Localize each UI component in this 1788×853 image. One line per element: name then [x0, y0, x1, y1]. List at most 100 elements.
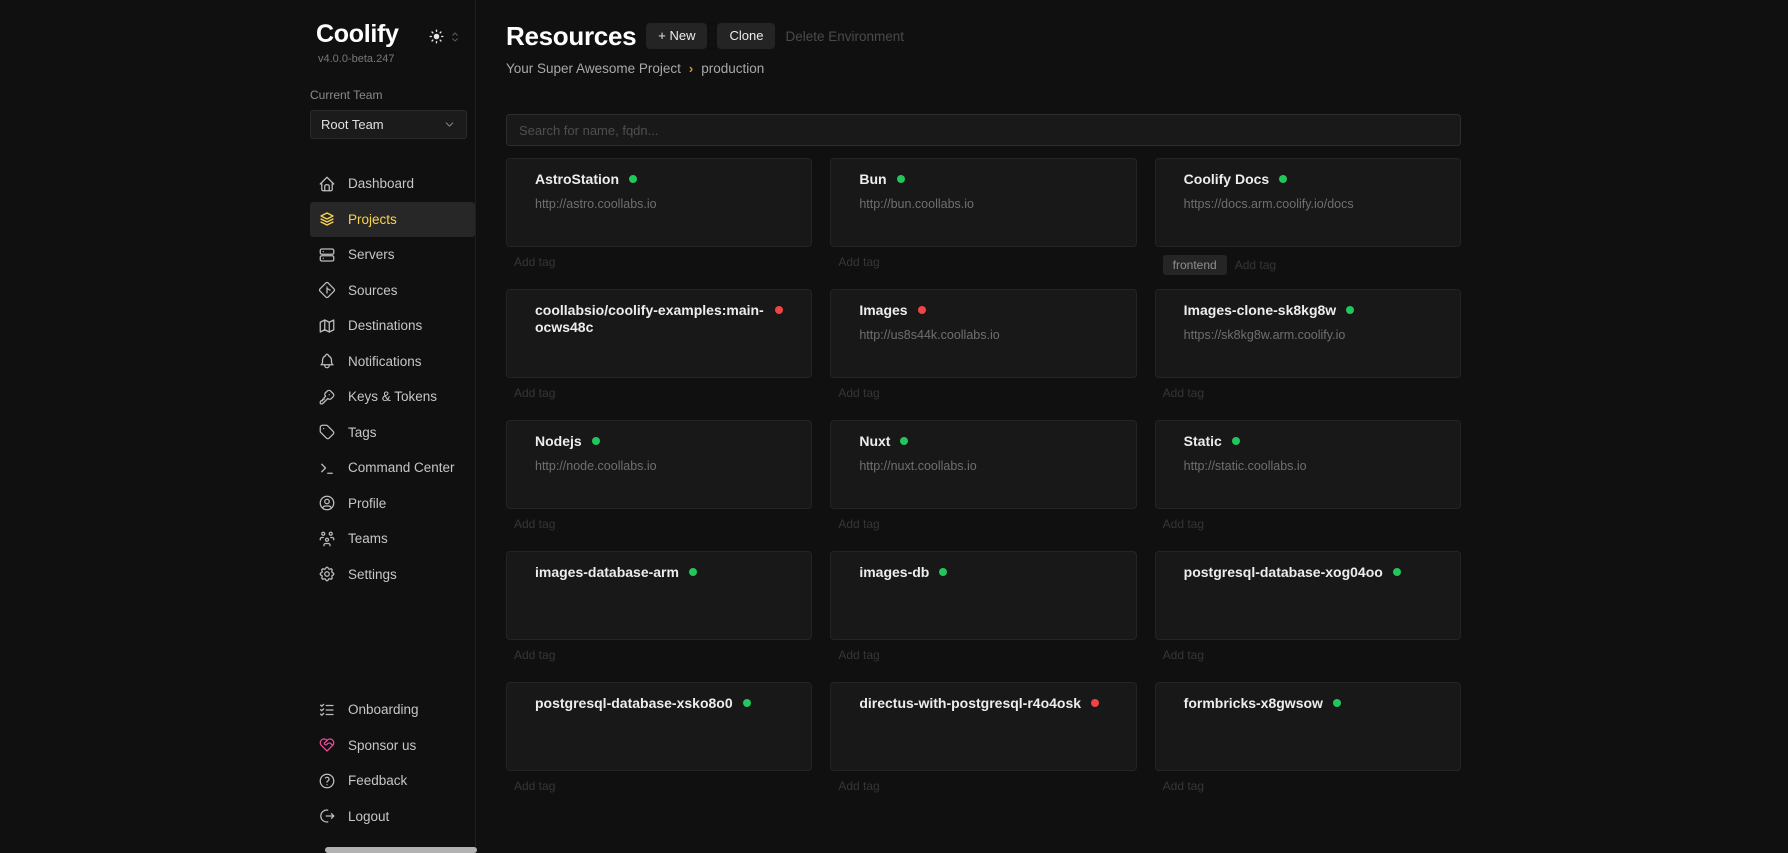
resource-card[interactable]: postgresql-database-xog04oo: [1155, 551, 1461, 640]
sidebar-item-profile[interactable]: Profile: [310, 486, 475, 522]
git-icon: [318, 281, 336, 299]
add-tag-button[interactable]: Add tag: [838, 517, 879, 531]
resource-card[interactable]: Images http://us8s44k.coollabs.io: [830, 289, 1136, 378]
resource-name: postgresql-database-xsko8o0: [535, 695, 733, 712]
add-tag-button[interactable]: Add tag: [514, 779, 555, 793]
sidebar-item-destinations[interactable]: Destinations: [310, 308, 475, 344]
resource-card[interactable]: Images-clone-sk8kg8whttps://sk8kg8w.arm.…: [1155, 289, 1461, 378]
clone-button[interactable]: Clone: [717, 23, 775, 49]
app-root: Coolify v4.0.0-beta.247 Current Team Roo…: [0, 0, 1788, 853]
tag-chip[interactable]: frontend: [1163, 255, 1227, 275]
logout-icon: [318, 807, 336, 825]
resource-card[interactable]: images-database-arm: [506, 551, 812, 640]
tag-row: Add tag: [830, 386, 1136, 400]
resource-url: https://sk8kg8w.arm.coolify.io: [1184, 328, 1432, 342]
add-tag-button[interactable]: Add tag: [514, 386, 555, 400]
chevron-down-icon: [443, 118, 456, 131]
sidebar-item-command-center[interactable]: Command Center: [310, 450, 475, 486]
resource-cell: Bun http://bun.coollabs.io Add tag: [830, 158, 1136, 289]
sidebar-item-projects[interactable]: Projects: [310, 202, 475, 238]
resource-url: http://astro.coollabs.io: [535, 197, 783, 211]
resource-card[interactable]: Bun http://bun.coollabs.io: [830, 158, 1136, 247]
sidebar-item-servers[interactable]: Servers: [310, 237, 475, 273]
resource-card[interactable]: AstroStationhttp://astro.coollabs.io: [506, 158, 812, 247]
sidebar-item-teams[interactable]: Teams: [310, 521, 475, 557]
status-dot: [897, 175, 905, 183]
tag-row: Add tag: [506, 648, 812, 662]
tag-row: Add tag: [830, 255, 1136, 269]
sidebar-item-onboarding[interactable]: Onboarding: [310, 692, 475, 728]
add-tag-button[interactable]: Add tag: [838, 779, 879, 793]
sidebar-scrollbar-thumb[interactable]: [325, 847, 477, 853]
team-select-value: Root Team: [321, 117, 443, 132]
sidebar-item-keys-tokens[interactable]: Keys & Tokens: [310, 379, 475, 415]
resource-card[interactable]: Nuxthttp://nuxt.coollabs.io: [830, 420, 1136, 509]
chevrons-up-down-icon[interactable]: [448, 30, 462, 44]
breadcrumb-project-link[interactable]: Your Super Awesome Project: [506, 61, 681, 76]
resource-url: http://bun.coollabs.io: [859, 197, 1107, 211]
sidebar-item-notifications[interactable]: Notifications: [310, 344, 475, 380]
sidebar-item-feedback[interactable]: Feedback: [310, 763, 475, 799]
add-tag-button[interactable]: Add tag: [1163, 386, 1204, 400]
add-tag-button[interactable]: Add tag: [1163, 648, 1204, 662]
sidebar-item-dashboard[interactable]: Dashboard: [310, 166, 475, 202]
tag-row: Add tag: [1155, 648, 1461, 662]
users-icon: [318, 530, 336, 548]
tag-row: Add tag: [830, 648, 1136, 662]
sidebar-item-label: Projects: [348, 212, 397, 227]
resource-cell: images-db Add tag: [830, 551, 1136, 682]
resource-url: http://us8s44k.coollabs.io: [859, 328, 1107, 342]
tag-row: Add tag: [830, 517, 1136, 531]
page-title: Resources: [506, 21, 636, 52]
add-tag-button[interactable]: Add tag: [514, 648, 555, 662]
theme-toggle-sun-icon[interactable]: [427, 27, 446, 46]
status-dot: [1232, 437, 1240, 445]
sidebar-item-tags[interactable]: Tags: [310, 415, 475, 451]
add-tag-button[interactable]: Add tag: [838, 386, 879, 400]
resource-name: coollabsio/coolify-examples:main-ocws48c: [535, 302, 765, 336]
add-tag-button[interactable]: Add tag: [838, 648, 879, 662]
status-dot: [939, 568, 947, 576]
resource-card[interactable]: Nodejshttp://node.coollabs.io: [506, 420, 812, 509]
resource-url: https://docs.arm.coolify.io/docs: [1184, 197, 1432, 211]
resource-name: Coolify Docs: [1184, 171, 1270, 188]
team-select[interactable]: Root Team: [310, 110, 467, 139]
resource-card[interactable]: Statichttp://static.coollabs.io: [1155, 420, 1461, 509]
resource-name: images-database-arm: [535, 564, 679, 581]
add-tag-button[interactable]: Add tag: [1235, 258, 1276, 272]
search-input[interactable]: [506, 114, 1461, 146]
sidebar-item-label: Servers: [348, 247, 395, 262]
resource-name: Images: [859, 302, 907, 319]
breadcrumb-environment-link[interactable]: production: [701, 61, 764, 76]
status-dot: [743, 699, 751, 707]
resource-name: Bun: [859, 171, 886, 188]
resource-card[interactable]: coollabsio/coolify-examples:main-ocws48c: [506, 289, 812, 378]
resource-card[interactable]: postgresql-database-xsko8o0: [506, 682, 812, 771]
add-tag-button[interactable]: Add tag: [838, 255, 879, 269]
add-tag-button[interactable]: Add tag: [514, 517, 555, 531]
add-tag-button[interactable]: Add tag: [514, 255, 555, 269]
tag-row: Add tag: [1155, 386, 1461, 400]
sidebar-item-sources[interactable]: Sources: [310, 273, 475, 309]
user-circle-icon: [318, 494, 336, 512]
sidebar-item-logout[interactable]: Logout: [310, 799, 475, 835]
resource-card[interactable]: formbricks-x8gwsow: [1155, 682, 1461, 771]
resource-cell: postgresql-database-xsko8o0 Add tag: [506, 682, 812, 813]
resource-card[interactable]: directus-with-postgresql-r4o4osk: [830, 682, 1136, 771]
status-dot: [689, 568, 697, 576]
status-dot: [900, 437, 908, 445]
tag-row: Add tag: [830, 779, 1136, 793]
resource-name: postgresql-database-xog04oo: [1184, 564, 1383, 581]
gear-icon: [318, 565, 336, 583]
status-dot: [1346, 306, 1354, 314]
sidebar-item-label: Tags: [348, 425, 377, 440]
resource-card[interactable]: images-db: [830, 551, 1136, 640]
delete-environment-button[interactable]: Delete Environment: [785, 29, 904, 44]
sidebar-item-sponsor-us[interactable]: Sponsor us: [310, 728, 475, 764]
new-resource-button[interactable]: + New: [646, 23, 707, 49]
add-tag-button[interactable]: Add tag: [1163, 779, 1204, 793]
resource-grid: AstroStationhttp://astro.coollabs.io Add …: [506, 158, 1461, 813]
resource-card[interactable]: Coolify Docs https://docs.arm.coolify.io/…: [1155, 158, 1461, 247]
sidebar-item-settings[interactable]: Settings: [310, 557, 475, 593]
add-tag-button[interactable]: Add tag: [1163, 517, 1204, 531]
